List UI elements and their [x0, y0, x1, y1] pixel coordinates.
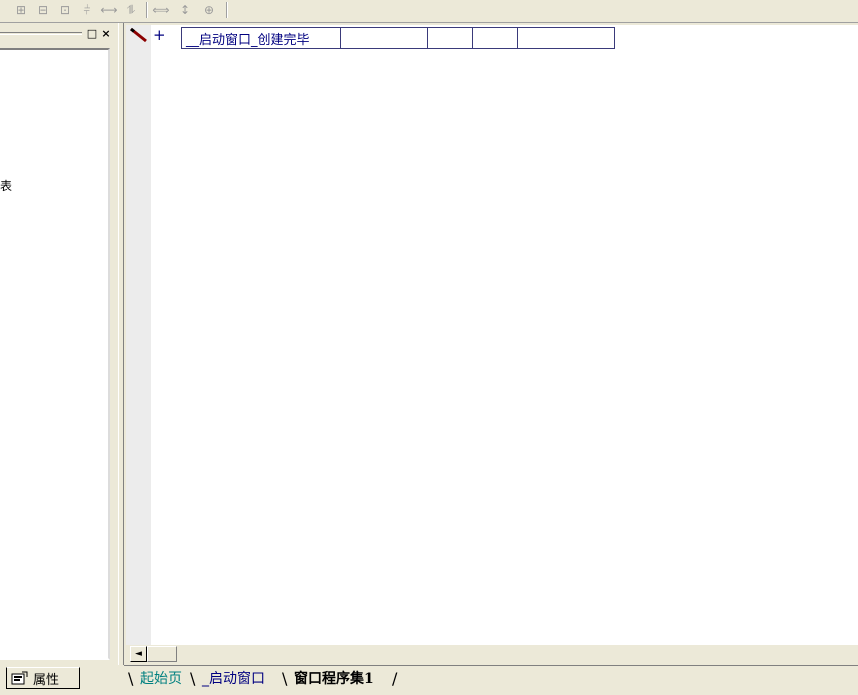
editor-gutter [126, 25, 151, 645]
horizontal-scrollbar[interactable] [126, 645, 858, 663]
subroutine-name-cell[interactable]: __启动窗口_创建完毕 [181, 27, 341, 49]
space-vertical-icon[interactable]: ⥮ [122, 1, 140, 19]
tab-startup-window[interactable]: _启动窗口 [198, 668, 269, 690]
expand-icon[interactable]: + [153, 27, 166, 43]
table-cell[interactable] [340, 27, 428, 49]
left-panel-list[interactable]: 表 [0, 48, 110, 660]
table-cell[interactable] [472, 27, 518, 49]
toolbar-separator [146, 2, 148, 18]
tab-divider: \ [128, 669, 134, 688]
toolbar: ⊞ ⊟ ⊡ ⫩ ⟷ ⥮ ⟺ ↕ ⊕ [0, 0, 858, 22]
tab-start-page[interactable]: 起始页 [136, 668, 186, 690]
tab-divider: \ [282, 669, 288, 688]
align-middle-icon[interactable]: ⫩ [78, 1, 96, 19]
table-row: __启动窗口_创建完毕 [181, 27, 615, 49]
subroutine-table: __启动窗口_创建完毕 [181, 27, 615, 49]
properties-icon [11, 671, 28, 685]
align-center-icon[interactable]: ⊟ [34, 1, 52, 19]
table-cell[interactable] [427, 27, 473, 49]
left-panel-titlebar: □ × [0, 25, 118, 43]
restore-icon[interactable]: □ [86, 27, 98, 40]
toolbar-divider [0, 22, 858, 23]
same-height-icon[interactable]: ↕ [176, 1, 194, 19]
scrollbar-thumb[interactable] [147, 646, 177, 662]
same-width-icon[interactable]: ⟺ [152, 1, 170, 19]
scroll-left-arrow-icon[interactable]: ◄ [130, 646, 147, 662]
space-horizontal-icon[interactable]: ⟷ [100, 1, 118, 19]
tab-window-assembly[interactable]: 窗口程序集1 [290, 668, 378, 690]
close-icon[interactable]: × [100, 27, 112, 40]
pencil-icon [130, 27, 147, 43]
properties-tab[interactable]: 属性 [6, 667, 80, 689]
panel-splitter[interactable] [118, 23, 124, 665]
properties-tab-label: 属性 [33, 672, 60, 688]
same-size-icon[interactable]: ⊕ [200, 1, 218, 19]
tab-divider: / [392, 669, 398, 688]
tab-divider: \ [190, 669, 196, 688]
code-editor[interactable] [126, 25, 858, 645]
align-top-icon[interactable]: ⊡ [56, 1, 74, 19]
list-item-partial-text: 表 [0, 179, 13, 193]
toolbar-separator [226, 2, 228, 18]
align-left-icon[interactable]: ⊞ [12, 1, 30, 19]
table-cell[interactable] [517, 27, 615, 49]
